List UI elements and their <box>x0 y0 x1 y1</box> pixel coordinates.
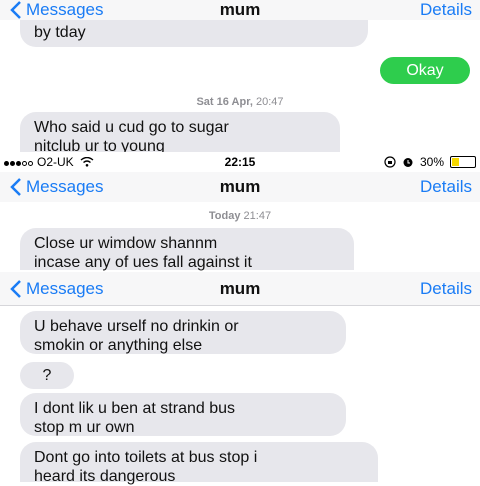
message-bubble: by tday <box>20 20 368 47</box>
message-line: I dont lik u ben at strand bus <box>34 400 236 417</box>
message-line: smokin or anything else <box>34 337 203 354</box>
message-text: Okay <box>406 62 444 79</box>
contact-name: mum <box>219 279 261 298</box>
message-text: by tday <box>34 24 86 41</box>
message-line: incase any of ues fall against it <box>34 254 252 271</box>
message-line: Dont go into toilets at bus stop i <box>34 449 258 466</box>
message-line: Close ur wimdow shannm <box>34 235 218 252</box>
message-bubble: Who said u cud go to sugar nitclub ur to… <box>20 112 340 156</box>
nav-bar-3: Messages mum Details <box>0 272 480 306</box>
contact-name: mum <box>219 177 261 196</box>
battery-level <box>452 158 459 166</box>
message-bubble: Dont go into toilets at bus stop i heard… <box>20 442 378 485</box>
message-line: Who said u cud go to sugar <box>34 119 229 136</box>
outgoing-message-bubble: Okay <box>380 57 470 84</box>
timestamp: Today 21:47 <box>208 210 272 222</box>
nav-bar-1: Messages mum Details <box>0 0 480 20</box>
message-line: stop m ur own <box>34 419 135 436</box>
message-text: ? <box>42 367 52 384</box>
nav-bar-2: Messages mum Details <box>0 172 480 202</box>
message-bubble: ? <box>20 362 74 389</box>
alarm-icon <box>403 158 413 167</box>
contact-name: mum <box>219 0 261 19</box>
message-bubble: Close ur wimdow shannm incase any of ues… <box>20 228 354 271</box>
details-button[interactable]: Details <box>420 177 472 197</box>
message-line: U behave urself no drinkin or <box>34 318 239 335</box>
details-button[interactable]: Details <box>420 0 472 20</box>
message-line: heard its dangerous <box>34 468 176 485</box>
message-bubble: U behave urself no drinkin or smokin or … <box>20 311 346 354</box>
message-bubble: I dont lik u ben at strand bus stop m ur… <box>20 393 346 436</box>
rotation-lock-icon <box>384 156 396 168</box>
battery-icon <box>450 156 476 168</box>
battery-percent: 30% <box>419 155 444 169</box>
details-button[interactable]: Details <box>420 279 472 299</box>
timestamp: Sat 16 Apr, 20:47 <box>196 96 284 108</box>
status-icons: 30% <box>384 155 476 169</box>
status-bar: O2-UK 22:15 30% <box>0 152 480 172</box>
